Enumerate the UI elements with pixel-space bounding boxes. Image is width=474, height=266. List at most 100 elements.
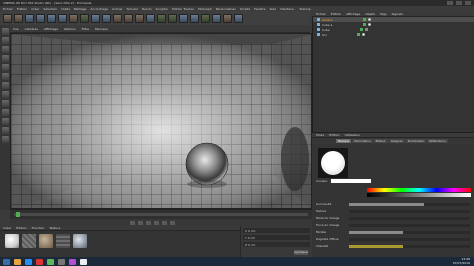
object-menu-file[interactable]: Fichier [316, 12, 326, 16]
browser-icon[interactable] [25, 258, 32, 265]
apply-button[interactable]: Appliquer [294, 250, 308, 255]
material-swatch-brown[interactable] [39, 234, 53, 248]
scale-icon[interactable] [47, 13, 56, 23]
slider-track[interactable] [349, 223, 470, 227]
rotate-icon[interactable] [58, 13, 67, 23]
menu-aide[interactable]: Aide [269, 7, 276, 11]
model-mode-icon[interactable] [1, 37, 9, 44]
pen-icon[interactable] [157, 13, 166, 23]
render-view-icon[interactable] [113, 13, 122, 23]
play-icon[interactable] [146, 220, 151, 225]
object-menu-view[interactable]: Affichage [346, 12, 360, 16]
menu-outils[interactable]: Outils [61, 7, 70, 11]
paint-icon[interactable] [1, 136, 9, 143]
sculpt-icon[interactable] [1, 127, 9, 134]
floor-icon[interactable] [201, 13, 210, 23]
slider-track[interactable] [349, 216, 470, 220]
material-menu-texture[interactable]: Texture [49, 226, 60, 230]
material-preview[interactable] [318, 148, 348, 178]
attr-menu-user[interactable]: Utilisateur [345, 133, 360, 137]
texture-mode-icon[interactable] [1, 46, 9, 53]
object-menu-bookmarks[interactable]: Signets [392, 12, 403, 16]
object-menu-edit[interactable]: Édition [331, 12, 341, 16]
slider-track[interactable] [349, 237, 470, 241]
attr-menu-mode[interactable]: Mode [316, 133, 324, 137]
menu-interface-select[interactable]: Startup [300, 7, 311, 11]
menu-fichier[interactable]: Fichier [3, 7, 13, 11]
coord-y-field[interactable]: Y 0 cm [243, 235, 310, 240]
visibility-icon[interactable] [362, 23, 366, 26]
deformer-icon[interactable] [190, 13, 199, 23]
go-start-icon[interactable] [130, 220, 135, 225]
3d-viewport[interactable] [10, 33, 312, 209]
color-spectrum[interactable] [367, 188, 471, 192]
menu-fenetre[interactable]: Fenêtre [254, 7, 265, 11]
material-tag-icon[interactable] [364, 28, 368, 31]
redo-icon[interactable] [14, 13, 23, 23]
points-mode-icon[interactable] [1, 64, 9, 71]
timeline-track[interactable] [14, 213, 308, 216]
select-icon[interactable] [25, 13, 34, 23]
light-icon[interactable] [223, 13, 232, 23]
coord-z-field[interactable]: Z 0 cm [243, 242, 310, 247]
coord-x-field[interactable]: X 0 cm [243, 228, 310, 233]
material-menu-edit[interactable]: Édition [16, 226, 26, 230]
undo-icon[interactable] [3, 13, 12, 23]
tweak-mode-icon[interactable] [1, 100, 9, 107]
tab-assign[interactable]: Assigner [388, 139, 405, 143]
cube-icon[interactable] [146, 13, 155, 23]
menu-sculpter[interactable]: Sculpter [156, 7, 168, 11]
minimize-button[interactable] [447, 1, 453, 5]
color-swatch[interactable] [330, 178, 371, 183]
object-menu-tags[interactable]: Tags [380, 12, 387, 16]
brightness-ramp[interactable] [367, 193, 471, 197]
photoshop-icon[interactable] [69, 258, 76, 265]
render-settings-icon[interactable] [135, 13, 144, 23]
make-editable-icon[interactable] [1, 28, 9, 35]
menu-selection[interactable]: Sélection [43, 7, 57, 11]
viewport-menu-cameras[interactable]: Caméras [25, 27, 38, 31]
menu-edition[interactable]: Édition [17, 7, 27, 11]
render-picture-viewer-icon[interactable] [124, 13, 133, 23]
slider-track[interactable] [349, 230, 470, 234]
visibility-icon[interactable] [362, 18, 366, 21]
menu-mograph[interactable]: MoGraph [198, 7, 212, 11]
start-icon[interactable] [3, 258, 10, 265]
camera-icon[interactable] [212, 13, 221, 23]
system-clock[interactable]: 13:48 07/07/2016 [453, 257, 474, 265]
explorer-icon[interactable] [14, 258, 21, 265]
cinema4d-icon[interactable] [58, 258, 65, 265]
viewport-menu-filter[interactable]: Filtre [82, 27, 89, 31]
close-button[interactable] [465, 1, 471, 5]
material-tag-icon[interactable] [367, 18, 371, 21]
snap-icon[interactable] [1, 109, 9, 116]
prev-frame-icon[interactable] [138, 220, 143, 225]
polygons-mode-icon[interactable] [1, 82, 9, 89]
move-icon[interactable] [36, 13, 45, 23]
document-icon[interactable] [80, 258, 87, 265]
viewport-menu-view[interactable]: Vue [13, 27, 19, 31]
slider-track[interactable] [349, 244, 470, 248]
viewport-menu-options[interactable]: Options [64, 27, 76, 31]
visibility-icon[interactable] [356, 33, 360, 36]
visibility-icon[interactable] [359, 28, 363, 31]
extra-tool-icon[interactable] [234, 13, 243, 23]
timeline[interactable] [10, 209, 312, 219]
axis-z-icon[interactable] [91, 13, 100, 23]
menu-scripts[interactable]: Scripts [240, 7, 250, 11]
record-icon[interactable] [170, 220, 175, 225]
menu-motion-tracker[interactable]: Motion Tracker [172, 7, 194, 11]
timeline-playhead[interactable] [16, 212, 20, 217]
next-frame-icon[interactable] [154, 220, 159, 225]
viewport-menu-panel[interactable]: Panneau [95, 27, 108, 31]
axis-y-icon[interactable] [80, 13, 89, 23]
material-swatch-tiles[interactable] [22, 234, 36, 248]
viewport-menu-display[interactable]: Affichage [44, 27, 58, 31]
menu-maillage[interactable]: Maillage [74, 7, 87, 11]
coord-system-icon[interactable] [102, 13, 111, 23]
maximize-button[interactable] [456, 1, 462, 5]
array-icon[interactable] [179, 13, 188, 23]
attr-menu-edit[interactable]: Édition [329, 133, 339, 137]
menu-rendu[interactable]: Rendu [142, 7, 152, 11]
menu-personnaliser[interactable]: Personnaliser [216, 7, 236, 11]
